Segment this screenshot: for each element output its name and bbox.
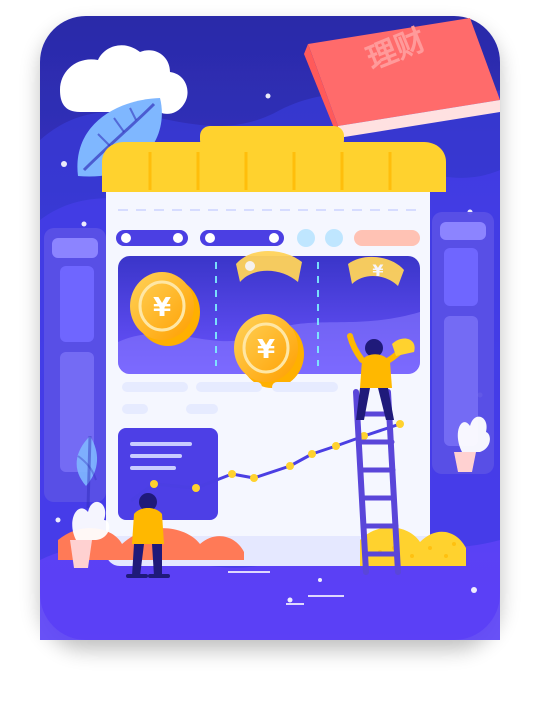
finance-illustration: 理财 ¥ ¥ ¥ — [0, 0, 540, 706]
coin-symbol: ¥ — [372, 261, 383, 280]
illustration-canvas: 理财 ¥ ¥ ¥ — [40, 16, 500, 640]
coin-symbol: ¥ — [153, 293, 171, 323]
info-card — [118, 428, 218, 520]
coin-symbol: ¥ — [257, 335, 275, 365]
